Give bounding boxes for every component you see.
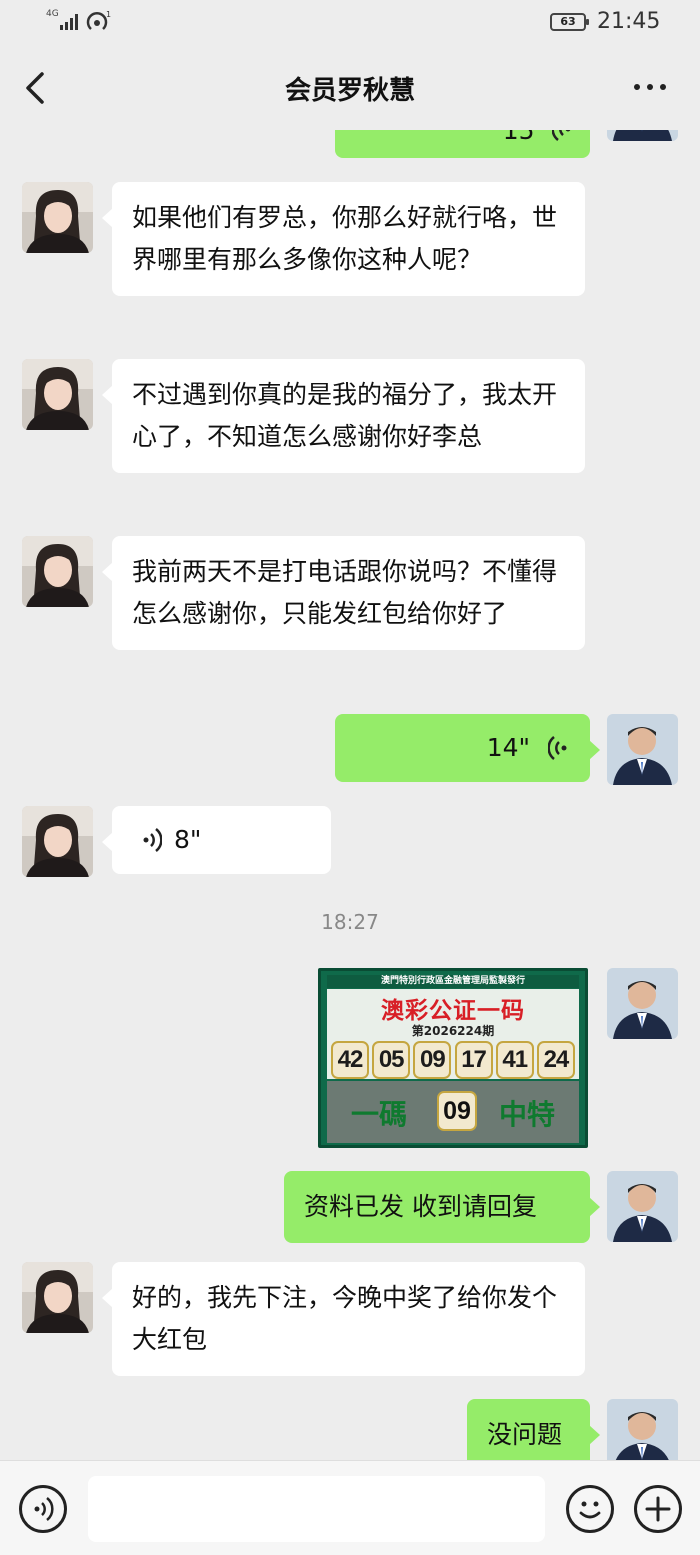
card-title: 澳彩公证一码 <box>381 997 525 1024</box>
card-bottom-left: 一碼 <box>351 1098 408 1131</box>
message-text: 好的，我先下注，今晚中奖了给你发个大红包 <box>132 1283 558 1354</box>
contact-avatar[interactable] <box>22 359 93 430</box>
battery-icon: 63 <box>550 13 589 31</box>
my-avatar[interactable] <box>607 1171 678 1242</box>
voice-message-sent[interactable]: 15" <box>335 130 590 158</box>
status-bar: 4G 1 63 21:45 <box>0 0 700 48</box>
text-message-sent[interactable]: 没问题 <box>467 1399 600 1460</box>
contact-avatar[interactable] <box>22 182 93 253</box>
voice-icon[interactable] <box>19 1485 67 1533</box>
contact-avatar[interactable] <box>22 1262 93 1333</box>
message-text: 如果他们有罗总，你那么好就行咯，世界哪里有那么多像你这种人呢？ <box>132 203 558 274</box>
lottery-ball: 09 <box>413 1041 452 1079</box>
contact-avatar[interactable] <box>22 806 93 877</box>
message-input[interactable] <box>88 1476 545 1542</box>
my-avatar[interactable] <box>607 130 678 141</box>
text-message-received[interactable]: 不过遇到你真的是我的福分了，我太开心了，不知道怎么感谢你好李总 <box>102 359 585 473</box>
text-message-received[interactable]: 好的，我先下注，今晚中奖了给你发个大红包 <box>102 1262 585 1376</box>
voice-wave-icon <box>143 828 162 852</box>
lottery-numbers: 42 05 09 17 41 24 <box>331 1041 575 1079</box>
lottery-ball: 41 <box>495 1041 534 1079</box>
lottery-ball: 05 <box>372 1041 411 1079</box>
svg-text:1: 1 <box>106 10 111 19</box>
emoji-icon[interactable] <box>566 1485 614 1533</box>
card-bottom: 一碼 09 中特 <box>327 1081 579 1143</box>
my-avatar[interactable] <box>607 714 678 785</box>
card-main: 澳彩公证一码 第2026224期 42 05 09 17 41 24 <box>327 989 579 1079</box>
chat-title: 会员罗秋慧 <box>284 76 415 106</box>
status-time: 21:45 <box>597 9 661 34</box>
voice-message-received[interactable]: 8" <box>102 806 331 874</box>
voice-wave-icon <box>548 736 567 760</box>
network-type: 4G <box>46 9 59 19</box>
input-bar <box>0 1460 700 1555</box>
contact-avatar[interactable] <box>22 536 93 607</box>
lottery-ball: 17 <box>454 1041 493 1079</box>
message-text: 资料已发 收到请回复 <box>304 1192 537 1221</box>
text-message-sent[interactable]: 资料已发 收到请回复 <box>284 1171 600 1243</box>
more-options-icon[interactable] <box>632 84 668 94</box>
message-text: 我前两天不是打电话跟你说吗？不懂得怎么感谢你，只能发红包给你好了 <box>132 557 558 628</box>
card-issuer: 澳門特別行政區金融管理局監製發行 <box>327 975 579 988</box>
voice-duration: 8" <box>174 825 202 854</box>
message-list[interactable]: 15" 如果他们有罗总，你那么好就行咯，世界哪里有那么多像你这种人呢？ 不过遇到… <box>0 130 700 1460</box>
hotspot-icon: 1 <box>86 10 111 30</box>
my-avatar[interactable] <box>607 1399 678 1460</box>
voice-message-sent[interactable]: 14" <box>335 714 600 782</box>
voice-wave-icon <box>552 130 571 141</box>
card-bottom-right: 中特 <box>498 1098 555 1131</box>
lottery-image-message[interactable]: 澳門特別行政區金融管理局監製發行 澳彩公证一码 第2026224期 42 05 … <box>318 968 588 1148</box>
lottery-ball: 24 <box>536 1041 575 1079</box>
message-text: 不过遇到你真的是我的福分了，我太开心了，不知道怎么感谢你好李总 <box>132 380 558 451</box>
text-message-received[interactable]: 如果他们有罗总，你那么好就行咯，世界哪里有那么多像你这种人呢？ <box>102 182 585 296</box>
text-message-received[interactable]: 我前两天不是打电话跟你说吗？不懂得怎么感谢你，只能发红包给你好了 <box>102 536 585 650</box>
plus-icon[interactable] <box>634 1485 682 1533</box>
chat-header: 会员罗秋慧 <box>0 48 700 130</box>
signal-icon <box>60 12 82 30</box>
message-timestamp: 18:27 <box>321 910 379 934</box>
my-avatar[interactable] <box>607 968 678 1039</box>
card-period: 第2026224期 <box>411 1024 495 1038</box>
voice-duration: 14" <box>486 733 530 762</box>
special-ball: 09 <box>437 1091 477 1131</box>
voice-duration: 15" <box>502 130 546 145</box>
message-text: 没问题 <box>487 1420 563 1449</box>
lottery-ball: 42 <box>331 1041 369 1079</box>
